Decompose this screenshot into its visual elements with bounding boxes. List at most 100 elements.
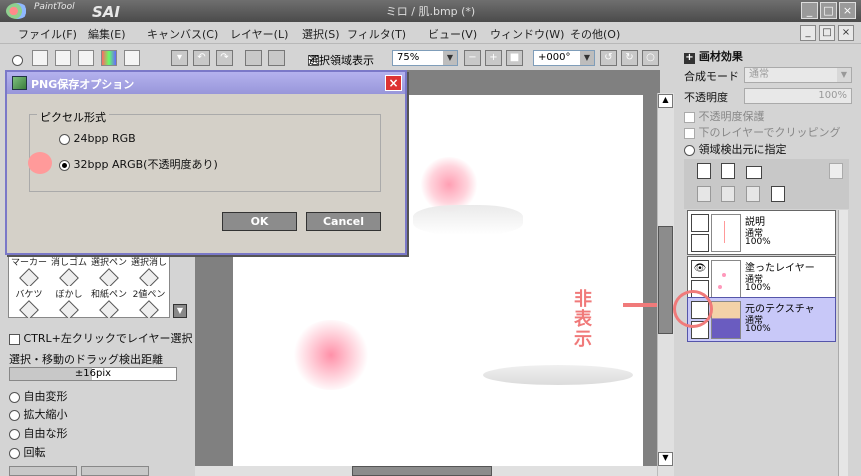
ok-button[interactable]: OK bbox=[222, 212, 297, 231]
tool-blur[interactable]: ぼかし bbox=[49, 287, 89, 318]
rotate-left-icon[interactable]: ↺ bbox=[600, 50, 617, 66]
blend-mode-select[interactable]: 通常 ▼ bbox=[744, 67, 852, 83]
preserve-opacity-option[interactable]: 不透明度保護 bbox=[684, 108, 765, 124]
tool-selection-eraser[interactable]: 選択消し bbox=[129, 255, 169, 286]
cancel-button[interactable]: Cancel bbox=[306, 212, 381, 231]
selection-pen-icon bbox=[99, 268, 119, 286]
close-button[interactable]: × bbox=[839, 2, 856, 19]
option-32bpp[interactable]: 32bpp ARGB(不透明度あり) bbox=[59, 156, 218, 172]
zoom-reset-icon[interactable]: ■ bbox=[506, 50, 523, 66]
mdi-restore-button[interactable]: □ bbox=[819, 25, 835, 41]
vertical-scroll-thumb[interactable] bbox=[658, 226, 673, 334]
line-medium-icon[interactable] bbox=[55, 50, 71, 66]
transform-scale-radio[interactable] bbox=[9, 409, 20, 421]
transform-free-radio[interactable] bbox=[9, 391, 20, 403]
rotation-combo[interactable]: +000° ▼ bbox=[533, 50, 595, 66]
brush-effect-header[interactable]: + 画材効果 bbox=[684, 48, 743, 64]
tool-marker[interactable]: マーカー bbox=[9, 255, 49, 286]
selection-source-radio[interactable] bbox=[684, 144, 695, 156]
transform-scale-option[interactable]: 拡大縮小 bbox=[9, 406, 68, 422]
maximize-button[interactable]: □ bbox=[820, 2, 837, 19]
mdi-close-button[interactable]: × bbox=[838, 25, 854, 41]
pink-blob bbox=[291, 320, 371, 390]
menu-window[interactable]: ウィンドウ(W) bbox=[490, 26, 564, 42]
menu-edit[interactable]: 編集(E) bbox=[88, 26, 126, 42]
tool-selection-pen[interactable]: 選択ペン bbox=[89, 255, 129, 286]
transform-rotate-radio[interactable] bbox=[9, 447, 20, 459]
clip-below-option[interactable]: 下のレイヤーでクリッピング bbox=[684, 124, 841, 140]
chevron-down-icon[interactable]: ▼ bbox=[173, 304, 187, 318]
menu-filter[interactable]: フィルタ(T) bbox=[347, 26, 406, 42]
transform-shape-radio[interactable] bbox=[9, 428, 20, 440]
brush-shape-radio[interactable] bbox=[12, 54, 23, 66]
chevron-down-icon[interactable]: ▼ bbox=[443, 51, 457, 65]
line-thick-icon[interactable] bbox=[78, 50, 94, 66]
dropdown-icon[interactable]: ▾ bbox=[171, 50, 188, 66]
clear-layer-icon[interactable] bbox=[746, 186, 760, 202]
radio-24bpp[interactable] bbox=[59, 133, 70, 145]
new-layer-icon[interactable] bbox=[697, 163, 711, 179]
deselect-icon[interactable] bbox=[245, 50, 262, 66]
chevron-down-icon[interactable]: ▼ bbox=[837, 68, 851, 82]
horizontal-scroll-thumb[interactable] bbox=[352, 466, 492, 476]
scroll-down-icon[interactable]: ▼ bbox=[658, 452, 673, 466]
bucket-icon bbox=[19, 300, 39, 318]
preview-icon[interactable] bbox=[124, 50, 140, 66]
transform-shape-option[interactable]: 自由な形 bbox=[9, 425, 68, 441]
layer-item[interactable]: 👁 塗ったレイヤー 通常 100% bbox=[687, 256, 836, 301]
clip-below-checkbox[interactable] bbox=[684, 127, 695, 139]
mask-icon[interactable] bbox=[829, 163, 843, 179]
chevron-down-icon[interactable]: ▼ bbox=[580, 51, 594, 65]
tool-washi-pen[interactable]: 和紙ペン bbox=[89, 287, 129, 318]
transform-free-option[interactable]: 自由変形 bbox=[9, 388, 68, 404]
menu-select[interactable]: 選択(S) bbox=[302, 26, 340, 42]
minimize-button[interactable]: _ bbox=[801, 2, 818, 19]
merge-down-icon[interactable] bbox=[721, 186, 735, 202]
mdi-minimize-button[interactable]: _ bbox=[800, 25, 816, 41]
opacity-slider[interactable]: 100% bbox=[744, 88, 852, 104]
invert-selection-icon[interactable] bbox=[268, 50, 285, 66]
tool-label: 消しゴム bbox=[50, 258, 87, 268]
undo-icon[interactable]: ↶ bbox=[193, 50, 210, 66]
tool-eraser[interactable]: 消しゴム bbox=[49, 255, 89, 286]
menu-layer[interactable]: レイヤー(L) bbox=[230, 26, 288, 42]
tool-binary-pen[interactable]: 2値ペン bbox=[129, 287, 169, 318]
panel-button[interactable] bbox=[81, 466, 149, 476]
menu-other[interactable]: その他(O) bbox=[570, 26, 620, 42]
radio-32bpp[interactable] bbox=[59, 159, 70, 171]
menu-file[interactable]: ファイル(F) bbox=[18, 26, 77, 42]
menu-view[interactable]: ビュー(V) bbox=[428, 26, 477, 42]
trash-icon[interactable] bbox=[771, 186, 785, 202]
close-icon[interactable]: × bbox=[385, 75, 402, 91]
ctrl-click-option[interactable]: CTRL+左クリックでレイヤー選択 bbox=[9, 330, 193, 346]
layer-scrollbar[interactable] bbox=[838, 210, 848, 476]
drag-distance-slider[interactable]: ±16pix bbox=[9, 367, 177, 381]
visibility-toggle[interactable] bbox=[691, 214, 709, 232]
rotate-reset-icon[interactable]: ○ bbox=[642, 50, 659, 66]
layer-lock-box[interactable] bbox=[691, 234, 709, 252]
folder-icon[interactable] bbox=[746, 166, 762, 179]
transform-rotate-option[interactable]: 回転 bbox=[9, 444, 46, 460]
zoom-in-icon[interactable]: + bbox=[485, 50, 502, 66]
option-24bpp[interactable]: 24bpp RGB bbox=[59, 132, 136, 145]
line-thin-icon[interactable] bbox=[32, 50, 48, 66]
layer-item[interactable]: 説明 通常 100% bbox=[687, 210, 836, 255]
blur-icon bbox=[59, 300, 79, 318]
rotate-right-icon[interactable]: ↻ bbox=[621, 50, 638, 66]
eye-icon[interactable]: 👁 bbox=[691, 260, 709, 278]
redo-icon[interactable]: ↷ bbox=[216, 50, 233, 66]
preserve-opacity-checkbox[interactable] bbox=[684, 111, 695, 123]
tool-bucket[interactable]: バケツ bbox=[9, 287, 49, 318]
zoom-combo[interactable]: 75% ▼ bbox=[392, 50, 458, 66]
scroll-up-icon[interactable]: ▲ bbox=[658, 94, 673, 108]
ctrl-click-checkbox[interactable] bbox=[9, 333, 20, 345]
zoom-out-icon[interactable]: − bbox=[464, 50, 481, 66]
panel-button[interactable] bbox=[9, 466, 77, 476]
transfer-down-icon[interactable] bbox=[697, 186, 711, 202]
selection-source-option[interactable]: 領域検出元に指定 bbox=[684, 141, 787, 157]
color-bars-icon[interactable] bbox=[101, 50, 117, 66]
menu-canvas[interactable]: キャンバス(C) bbox=[147, 26, 218, 42]
new-linework-layer-icon[interactable] bbox=[721, 163, 735, 179]
drag-distance-label: 選択・移動のドラッグ検出距離 bbox=[9, 353, 163, 366]
pixel-format-label: ピクセル形式 bbox=[37, 109, 109, 125]
